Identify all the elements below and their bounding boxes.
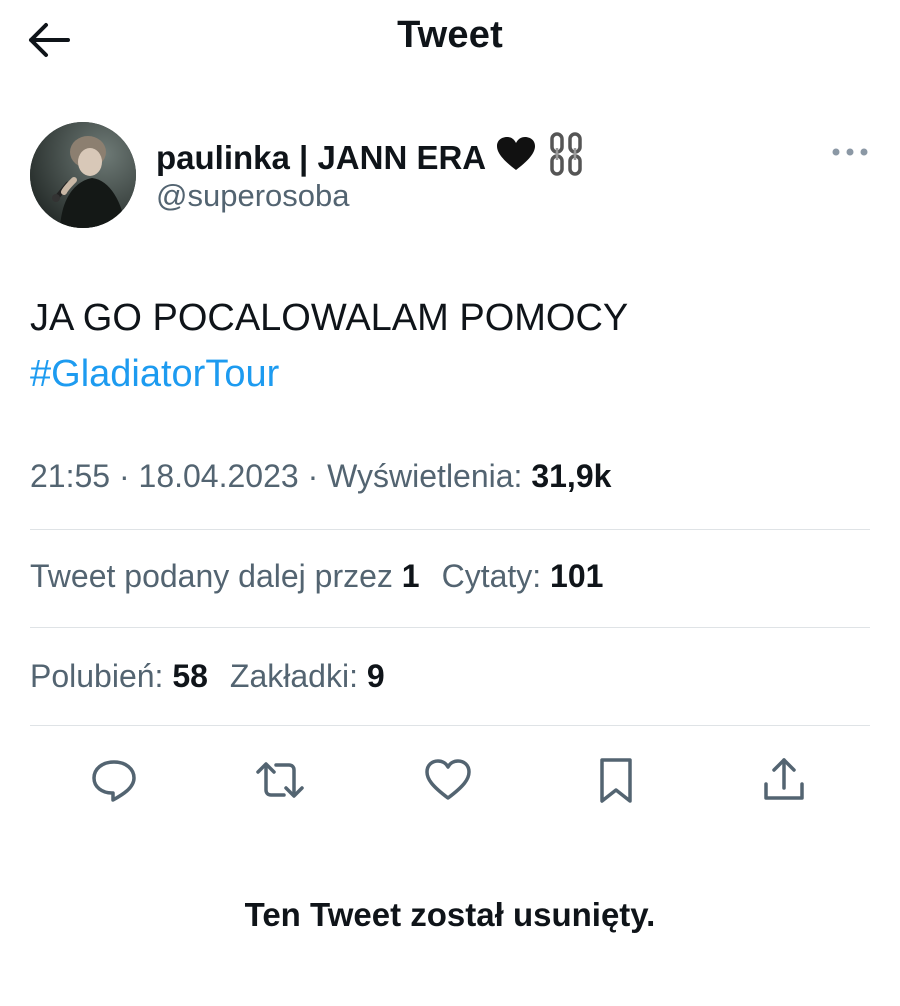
like-icon (425, 759, 471, 800)
reply-button[interactable] (88, 754, 140, 806)
quotes-stat[interactable]: Cytaty: 101 (442, 558, 604, 594)
likes-label: Polubień: (30, 658, 164, 694)
views-label: Wyświetlenia: (327, 458, 523, 494)
retweets-stat[interactable]: Tweet podany dalej przez 1 (30, 558, 420, 594)
bookmarks-stat[interactable]: Zakładki: 9 (230, 658, 385, 694)
user-handle[interactable]: @superosoba (156, 178, 349, 214)
quotes-count: 101 (550, 558, 604, 594)
bookmark-button[interactable] (590, 754, 642, 806)
reply-icon (92, 760, 136, 802)
retweets-count: 1 (401, 558, 420, 594)
avatar-photo (30, 122, 136, 228)
more-options-button[interactable] (830, 140, 870, 164)
top-bar: Tweet (0, 0, 900, 80)
likes-count: 58 (172, 658, 208, 694)
meta-separator: · (307, 458, 319, 494)
divider (30, 627, 870, 628)
bookmarks-count: 9 (366, 658, 385, 694)
bookmarks-label: Zakładki: (229, 658, 358, 694)
retweet-quote-stats: Tweet podany dalej przez 1 Cytaty: 101 (30, 558, 603, 595)
meta-separator: · (118, 458, 130, 494)
quotes-label: Cytaty: (441, 558, 542, 594)
display-name[interactable]: paulinka | JANN ERA (156, 132, 586, 184)
action-bar (0, 748, 900, 812)
chain-icon (546, 132, 586, 184)
tweet-text: JA GO POCALOWALAM POMOCY (30, 297, 629, 339)
divider (30, 725, 870, 726)
divider (30, 529, 870, 530)
bookmark-icon (600, 758, 632, 803)
share-icon (764, 758, 804, 800)
like-bookmark-stats: Polubień: 58 Zakładki: 9 (30, 658, 385, 695)
share-button[interactable] (758, 754, 810, 806)
like-button[interactable] (422, 754, 474, 806)
tweet-meta: 21:55 · 18.04.2023 · Wyświetlenia: 31,9k (30, 458, 611, 495)
retweets-label: Tweet podany dalej przez (30, 558, 393, 594)
black-heart-icon (496, 136, 536, 180)
views-count: 31,9k (531, 458, 612, 494)
retweet-button[interactable] (254, 754, 306, 806)
tweet-body: JA GO POCALOWALAM POMOCY #GladiatorTour (30, 290, 628, 402)
likes-stat[interactable]: Polubień: 58 (30, 658, 208, 694)
avatar[interactable] (30, 122, 136, 228)
page-title: Tweet (397, 14, 503, 56)
hashtag-link[interactable]: #GladiatorTour (30, 346, 628, 402)
tweet-time[interactable]: 21:55 (30, 458, 110, 494)
display-name-text: paulinka | JANN ERA (156, 139, 487, 176)
retweet-icon (256, 762, 304, 798)
deleted-notice: Ten Tweet został usunięty. (244, 896, 656, 933)
tweet-date[interactable]: 18.04.2023 (139, 458, 299, 494)
more-horizontal-icon (832, 148, 868, 156)
